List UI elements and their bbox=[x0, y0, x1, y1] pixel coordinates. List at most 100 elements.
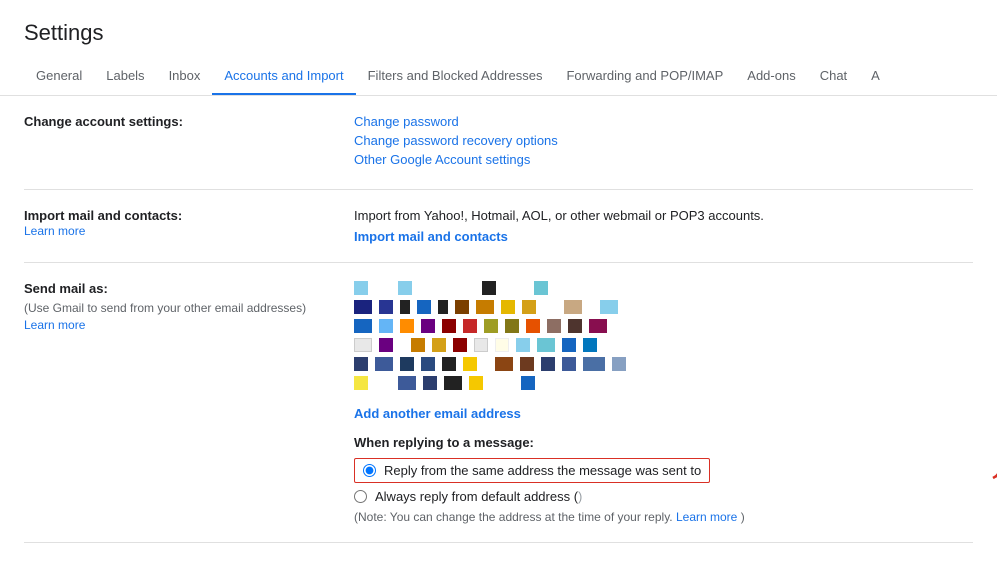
add-email-link[interactable]: Add another email address bbox=[354, 406, 973, 421]
page-title: Settings bbox=[0, 0, 997, 58]
avatar-row-1 bbox=[354, 281, 973, 295]
import-value-col: Import from Yahoo!, Hotmail, AOL, or oth… bbox=[354, 208, 973, 244]
color-block bbox=[564, 300, 582, 314]
avatar-row-2 bbox=[354, 300, 973, 314]
color-block bbox=[516, 338, 530, 352]
color-block bbox=[474, 338, 488, 352]
color-block bbox=[421, 357, 435, 371]
send-mail-label: Send mail as: bbox=[24, 281, 108, 296]
color-block bbox=[444, 376, 462, 390]
color-block bbox=[583, 338, 597, 352]
settings-content: Change account settings: Change password… bbox=[0, 96, 997, 543]
color-block bbox=[400, 319, 414, 333]
color-block bbox=[562, 357, 576, 371]
color-block bbox=[520, 357, 534, 371]
tab-labels[interactable]: Labels bbox=[94, 58, 156, 96]
color-block bbox=[379, 338, 393, 352]
avatar-row-5 bbox=[354, 357, 973, 371]
reply-option-2-row: Always reply from default address ( ) bbox=[354, 489, 973, 504]
color-block bbox=[469, 376, 483, 390]
color-block bbox=[423, 376, 437, 390]
tab-more[interactable]: A bbox=[859, 58, 892, 96]
avatar-row-4 bbox=[354, 338, 973, 352]
color-block bbox=[600, 300, 618, 314]
reply-option-1-row: Reply from the same address the message … bbox=[354, 458, 973, 483]
color-block bbox=[547, 319, 561, 333]
color-block bbox=[495, 357, 513, 371]
reply-option-1-highlight: Reply from the same address the message … bbox=[354, 458, 710, 483]
tab-forwarding-pop[interactable]: Forwarding and POP/IMAP bbox=[554, 58, 735, 96]
import-description: Import from Yahoo!, Hotmail, AOL, or oth… bbox=[354, 208, 973, 223]
color-block bbox=[375, 357, 393, 371]
change-account-label-col: Change account settings: bbox=[24, 114, 354, 129]
color-block bbox=[537, 338, 555, 352]
reply-label: When replying to a message: bbox=[354, 435, 973, 450]
send-mail-learn-more-link[interactable]: Learn more bbox=[24, 318, 85, 332]
color-block bbox=[501, 300, 515, 314]
import-label-col: Import mail and contacts: Learn more bbox=[24, 208, 354, 238]
color-block bbox=[583, 357, 605, 371]
reply-note-learn-more[interactable]: Learn more bbox=[676, 510, 737, 524]
color-block bbox=[354, 338, 372, 352]
color-block bbox=[463, 357, 477, 371]
tabs-navigation: General Labels Inbox Accounts and Import… bbox=[0, 58, 997, 96]
color-block bbox=[354, 376, 368, 390]
color-block bbox=[398, 376, 416, 390]
change-account-value-col: Change password Change password recovery… bbox=[354, 114, 973, 171]
color-block bbox=[438, 300, 448, 314]
color-block bbox=[455, 300, 469, 314]
reply-option-1-radio[interactable] bbox=[363, 464, 376, 477]
note-end: ) bbox=[741, 510, 745, 524]
color-block bbox=[411, 338, 425, 352]
email-avatars-grid bbox=[354, 281, 973, 390]
color-block bbox=[495, 338, 509, 352]
change-recovery-link[interactable]: Change password recovery options bbox=[354, 133, 973, 148]
color-block bbox=[589, 319, 607, 333]
color-block bbox=[476, 300, 494, 314]
send-mail-row: Send mail as: (Use Gmail to send from yo… bbox=[24, 263, 973, 543]
color-block bbox=[421, 319, 435, 333]
color-block bbox=[354, 319, 372, 333]
color-block bbox=[541, 357, 555, 371]
color-block bbox=[442, 319, 456, 333]
color-block bbox=[354, 357, 368, 371]
color-block bbox=[400, 357, 414, 371]
import-label: Import mail and contacts: bbox=[24, 208, 182, 223]
color-block bbox=[526, 319, 540, 333]
color-block bbox=[522, 300, 536, 314]
color-block bbox=[463, 319, 477, 333]
color-block bbox=[442, 357, 456, 371]
import-learn-more-link[interactable]: Learn more bbox=[24, 224, 85, 238]
color-block bbox=[521, 376, 535, 390]
tab-accounts-import[interactable]: Accounts and Import bbox=[212, 58, 355, 96]
google-account-settings-link[interactable]: Other Google Account settings bbox=[354, 152, 973, 167]
import-mail-contacts-link[interactable]: Import mail and contacts bbox=[354, 229, 508, 244]
avatar-row-3 bbox=[354, 319, 973, 333]
color-block bbox=[398, 281, 412, 295]
reply-option-1-label: Reply from the same address the message … bbox=[384, 463, 701, 478]
color-block bbox=[484, 319, 498, 333]
color-block bbox=[505, 319, 519, 333]
tab-add-ons[interactable]: Add-ons bbox=[735, 58, 807, 96]
import-mail-row: Import mail and contacts: Learn more Imp… bbox=[24, 190, 973, 263]
note-text-content: (Note: You can change the address at the… bbox=[354, 510, 673, 524]
send-mail-sublabel: (Use Gmail to send from your other email… bbox=[24, 300, 334, 317]
reply-section: When replying to a message: Reply from t… bbox=[354, 435, 973, 524]
color-block bbox=[568, 319, 582, 333]
color-block bbox=[400, 300, 410, 314]
tab-inbox[interactable]: Inbox bbox=[157, 58, 213, 96]
red-arrow-indicator bbox=[963, 428, 997, 488]
color-block bbox=[379, 319, 393, 333]
reply-note: (Note: You can change the address at the… bbox=[354, 510, 973, 524]
color-block bbox=[354, 300, 372, 314]
send-mail-label-col: Send mail as: (Use Gmail to send from yo… bbox=[24, 281, 354, 332]
tab-chat[interactable]: Chat bbox=[808, 58, 859, 96]
color-block bbox=[482, 281, 496, 295]
change-password-link[interactable]: Change password bbox=[354, 114, 973, 129]
color-block bbox=[417, 300, 431, 314]
color-block bbox=[534, 281, 548, 295]
tab-filters-blocked[interactable]: Filters and Blocked Addresses bbox=[356, 58, 555, 96]
color-block bbox=[379, 300, 393, 314]
reply-option-2-radio[interactable] bbox=[354, 490, 367, 503]
tab-general[interactable]: General bbox=[24, 58, 94, 96]
